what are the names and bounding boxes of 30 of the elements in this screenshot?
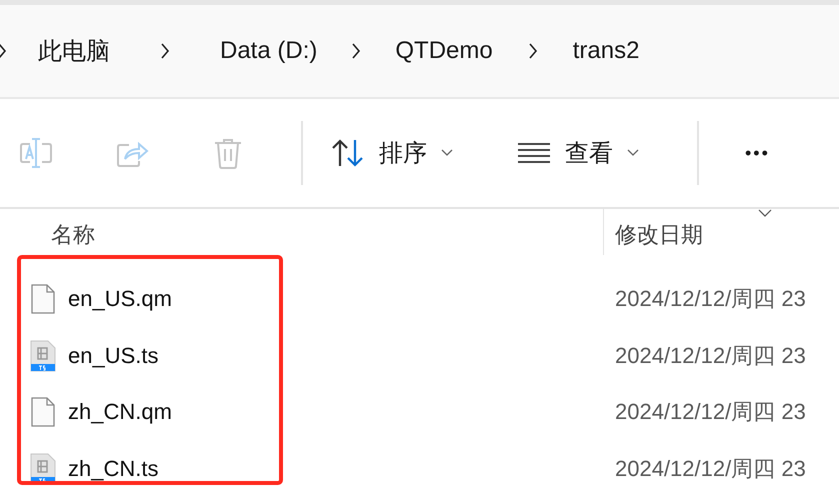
breadcrumb-item[interactable]: QTDemo [395,37,493,65]
file-name[interactable]: en_US.qm [68,286,172,312]
column-header[interactable]: 名称 [51,220,95,250]
modified-date: 2024/12/12/周四 23 [615,399,806,424]
breadcrumb-item[interactable]: 此电脑 [38,35,110,67]
chevron-icon [0,42,7,60]
file-name[interactable]: en_US.ts [68,342,158,369]
view-menu[interactable]: 查看 [511,131,645,175]
ts-file-icon [30,340,56,372]
file-icon [31,284,55,314]
file-name[interactable]: zh_CN.ts [68,456,158,482]
sort-menu[interactable]: 排序 [325,131,459,175]
caret-icon [627,149,639,157]
rename-icon [19,136,53,170]
column-header[interactable]: 修改日期 [615,220,703,250]
modified-date: 2024/12/12/周四 23 [615,286,806,312]
sort-icon [331,138,365,168]
modified-date: 2024/12/12/周四 23 [615,456,806,481]
modified-date: 2024/12/12/周四 23 [615,342,806,368]
delete-icon [213,137,243,169]
caret-icon [441,149,453,157]
more-button[interactable]: ••• [739,136,776,170]
list-icon [517,142,551,164]
chevron-icon [351,42,362,60]
chevron-icon [160,42,170,60]
file-icon [31,397,55,428]
breadcrumb-item[interactable]: trans2 [572,37,640,65]
breadcrumb-item[interactable]: Data (D:) [220,37,318,65]
file-name[interactable]: zh_CN.qm [68,399,172,426]
chevron-icon [528,42,538,60]
